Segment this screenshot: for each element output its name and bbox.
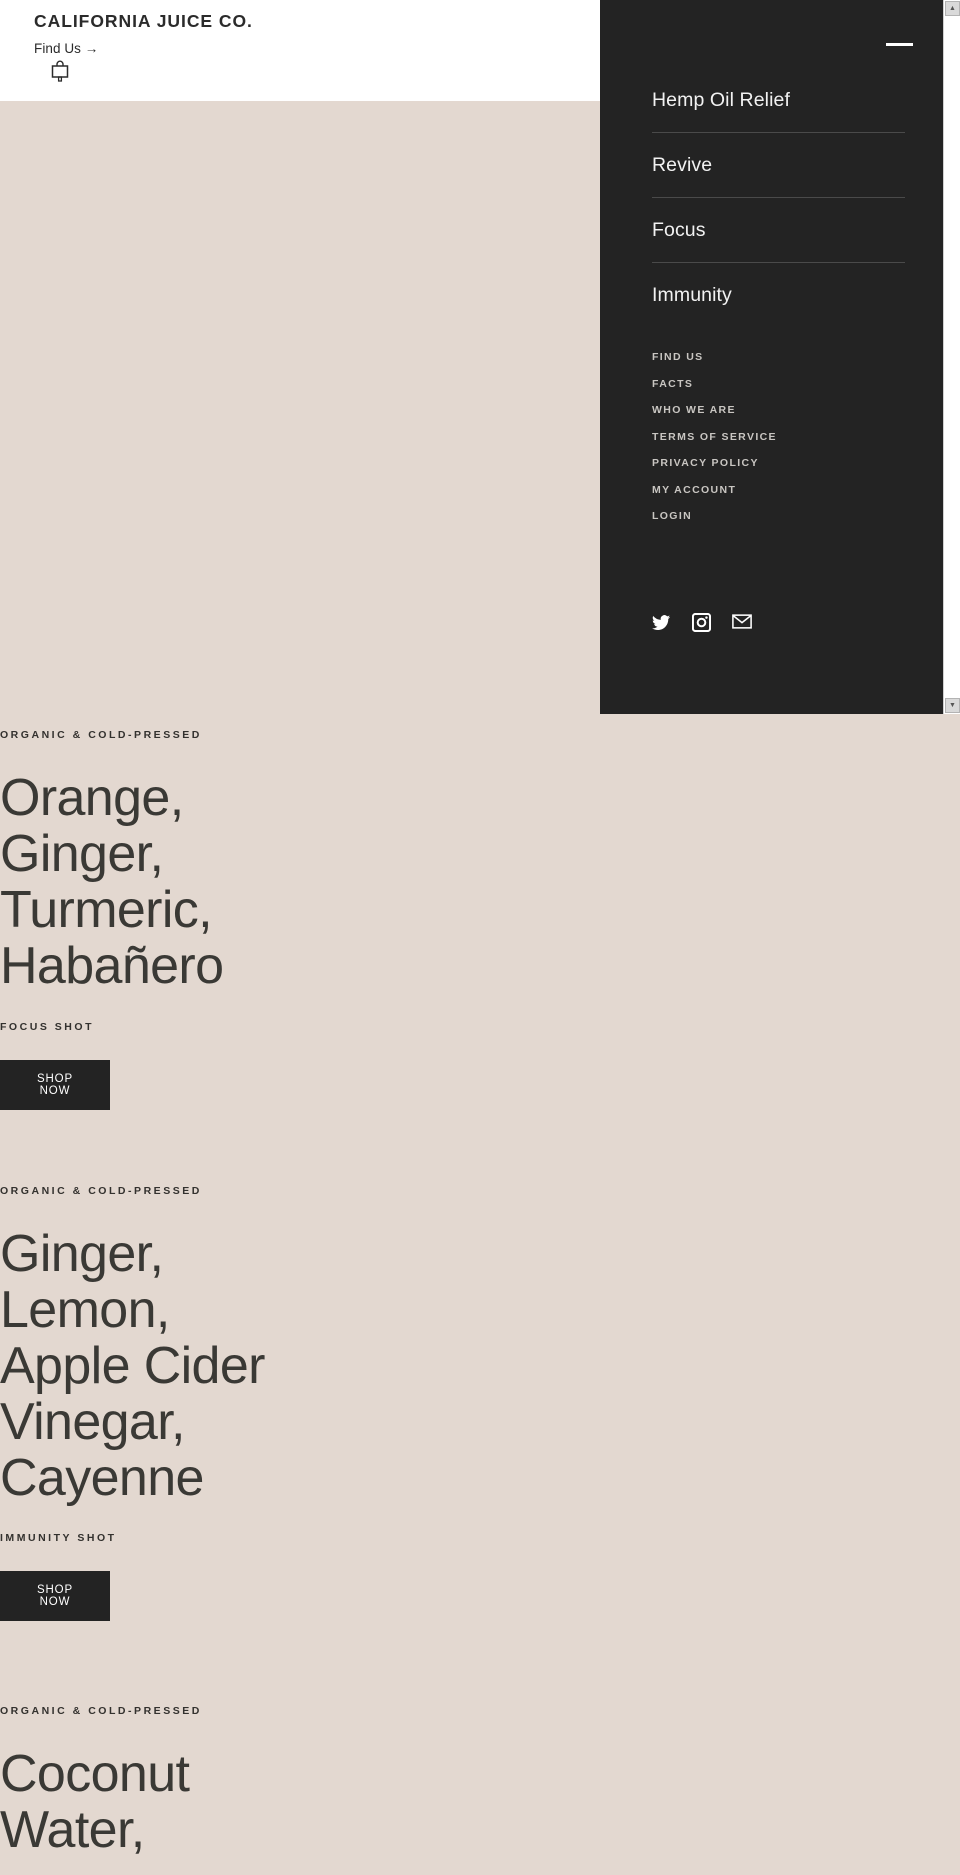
product-block-immunity-shot: ORGANIC & COLD-PRESSED Ginger, Lemon, Ap… — [0, 1185, 600, 1622]
menu-primary-list: Hemp Oil Relief Revive Focus Immunity — [652, 68, 905, 328]
product-block-focus-shot: ORGANIC & COLD-PRESSED Orange, Ginger, T… — [0, 729, 600, 1110]
brand-logo[interactable]: CALIFORNIA JUICE CO. — [34, 11, 253, 32]
menu-link-who-we-are[interactable]: WHO WE ARE — [652, 397, 905, 424]
menu-item-label: Focus — [652, 218, 706, 241]
shop-now-button[interactable]: SHOP NOW — [0, 1059, 110, 1110]
slideout-menu: Hemp Oil Relief Revive Focus Immunity FI… — [600, 0, 960, 714]
menu-link-facts[interactable]: FACTS — [652, 371, 905, 398]
menu-item-immunity[interactable]: Immunity — [652, 263, 905, 328]
scroll-up-arrow-icon[interactable]: ▲ — [945, 1, 960, 16]
minimize-line-icon[interactable] — [886, 43, 913, 46]
product-eyebrow: ORGANIC & COLD-PRESSED — [0, 1705, 202, 1717]
menu-item-label: Revive — [652, 153, 713, 176]
site-header: CALIFORNIA JUICE CO. Find Us → — [0, 0, 600, 101]
menu-link-login[interactable]: LOGIN — [652, 503, 905, 530]
product-title: Ginger, Lemon, Apple Cider Vinegar, Caye… — [0, 1225, 265, 1507]
menu-item-focus[interactable]: Focus — [652, 198, 905, 263]
menu-secondary-list: FIND US FACTS WHO WE ARE TERMS OF SERVIC… — [652, 344, 905, 530]
page-root: CALIFORNIA JUICE CO. Find Us → Hemp Oil … — [0, 0, 960, 1875]
product-subtitle: FOCUS SHOT — [0, 1020, 95, 1033]
product-eyebrow: ORGANIC & COLD-PRESSED — [0, 729, 202, 741]
instagram-icon[interactable] — [691, 612, 712, 633]
menu-item-hemp-oil-relief[interactable]: Hemp Oil Relief — [652, 68, 905, 133]
menu-link-privacy-policy[interactable]: PRIVACY POLICY — [652, 450, 905, 477]
menu-item-revive[interactable]: Revive — [652, 133, 905, 198]
menu-link-find-us[interactable]: FIND US — [652, 344, 905, 371]
product-subtitle: IMMUNITY SHOT — [0, 1532, 117, 1545]
shop-now-button[interactable]: SHOP NOW — [0, 1571, 110, 1622]
menu-item-label: Immunity — [652, 284, 732, 306]
menu-item-label: Hemp Oil Relief — [652, 88, 791, 111]
product-title: Coconut Water, — [0, 1745, 190, 1859]
social-links — [652, 612, 752, 633]
twitter-icon[interactable] — [652, 613, 671, 632]
product-block-coconut-water: ORGANIC & COLD-PRESSED Coconut Water, — [0, 1705, 600, 1859]
scroll-down-arrow-icon[interactable]: ▼ — [945, 698, 960, 713]
product-eyebrow: ORGANIC & COLD-PRESSED — [0, 1185, 202, 1197]
shopping-bag-icon[interactable] — [50, 60, 70, 82]
email-icon[interactable] — [732, 613, 752, 632]
menu-link-terms-of-service[interactable]: TERMS OF SERVICE — [652, 424, 905, 451]
menu-scrollbar[interactable]: ▲ ▼ — [943, 0, 960, 714]
product-title: Orange, Ginger, Turmeric, Habañero — [0, 769, 224, 995]
find-us-link[interactable]: Find Us → — [34, 41, 98, 56]
menu-link-my-account[interactable]: MY ACCOUNT — [652, 477, 905, 504]
